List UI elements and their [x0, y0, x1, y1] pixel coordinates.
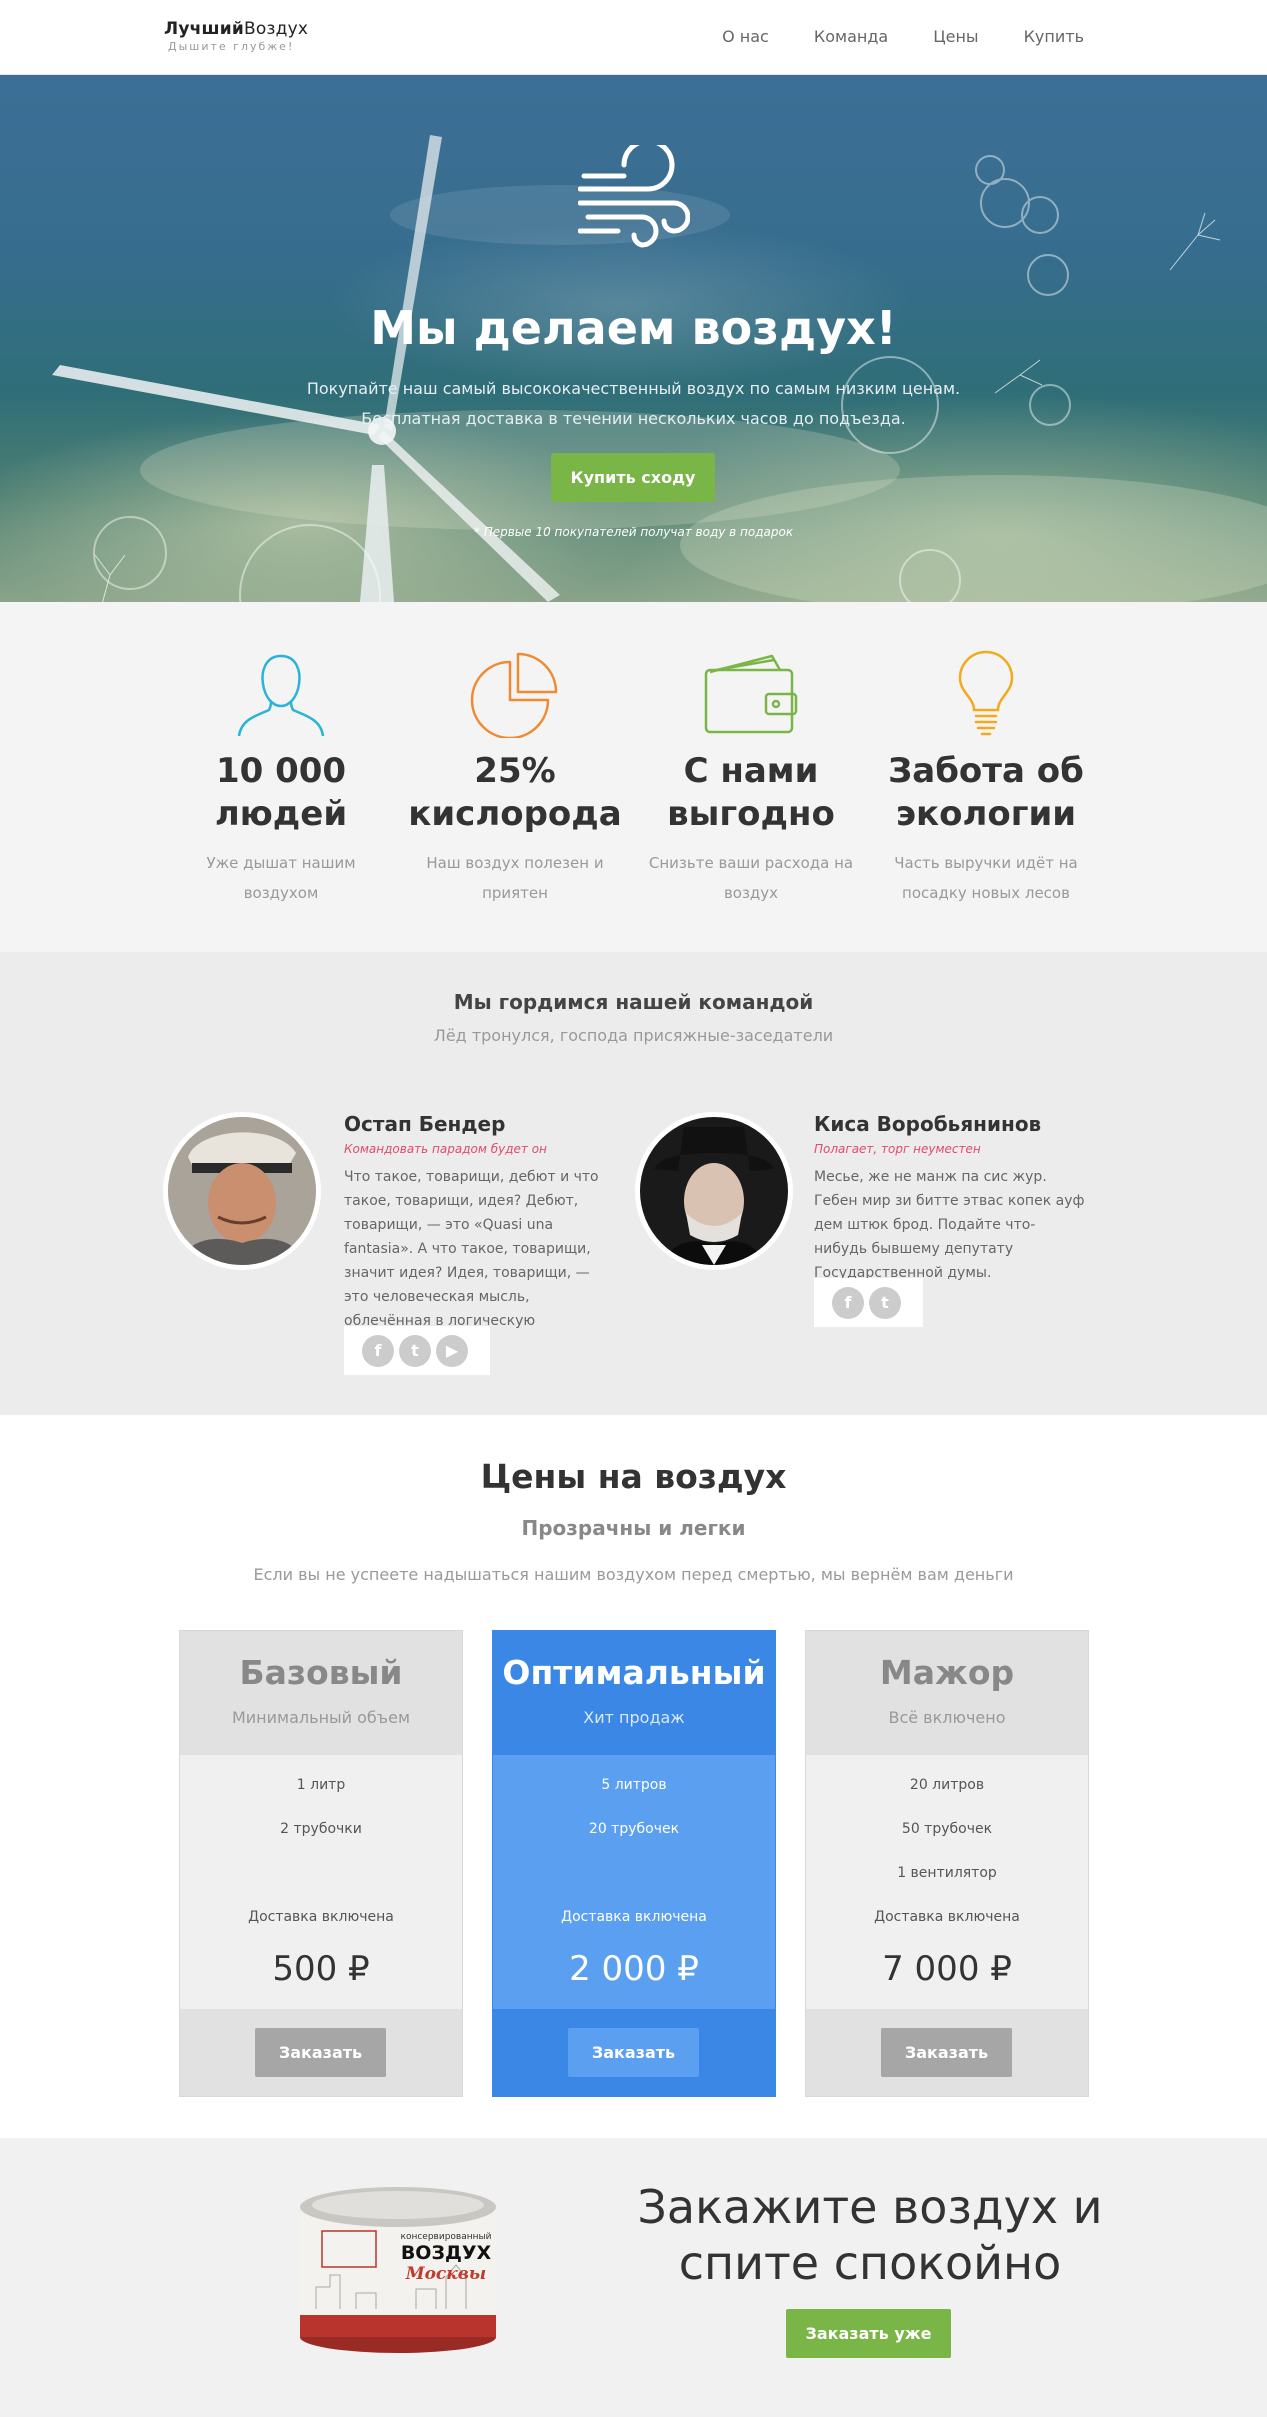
logo-light-text: Воздух — [243, 19, 309, 39]
member-socials: f t — [814, 1278, 923, 1327]
feature-people-title: 10 000 людей — [214, 751, 348, 834]
pie-chart-icon — [470, 652, 558, 738]
logo-bold-text: Лучший — [164, 19, 244, 39]
feature-ecology-title: Забота об экологии — [888, 751, 1084, 834]
hero-text-line2: Бесплатная доставка в течении нескольких… — [361, 409, 906, 428]
nav-link-about[interactable]: О нас — [722, 27, 769, 46]
pricing-section: Цены на воздух Прозрачны и легки Если вы… — [0, 1415, 1267, 2138]
cta-title-line2: спите спокойно — [678, 2236, 1062, 2290]
hero-section: Мы делаем воздух! Покупайте наш самый вы… — [0, 75, 1267, 602]
plan-item: 2 трубочки — [280, 1821, 362, 1837]
pricing-subtitle: Прозрачны и легки — [521, 1516, 746, 1540]
pricing-title: Цены на воздух — [480, 1457, 787, 1496]
hero-text-line1: Покупайте наш самый высококачественный в… — [306, 379, 961, 398]
plan-item: 1 литр — [296, 1777, 346, 1793]
cta-section: консервированный ВОЗДУХ Москвы Закажите … — [0, 2138, 1267, 2417]
order-optimal-button[interactable]: Заказать — [568, 2028, 699, 2077]
plan-item: 20 литров — [909, 1777, 985, 1793]
buy-now-button[interactable]: Купить сходу — [551, 453, 715, 502]
can-label-top: консервированный — [401, 2232, 492, 2242]
avatar-kisa — [635, 1112, 793, 1270]
plan-delivery: Доставка включена — [561, 1909, 707, 1925]
feature-people: 10 000 людей Уже дышат нашим воздухом — [171, 650, 391, 908]
plan-item: 5 литров — [601, 1777, 667, 1793]
cta-title: Закажите воздух и спите спокойно — [630, 2179, 1110, 2291]
logo-tagline: Дышите глубже! — [168, 40, 295, 53]
member-name: Киса Воробьянинов — [814, 1112, 1042, 1136]
plan-item: 1 вентилятор — [897, 1865, 997, 1881]
team-subtitle: Лёд тронулся, господа присяжные-заседате… — [433, 1026, 834, 1045]
features-section: 10 000 людей Уже дышат нашим воздухом 25… — [0, 602, 1267, 952]
ostap-photo — [168, 1117, 316, 1265]
feature-profit: С нами выгодно Снизьте ваши расхода на в… — [641, 650, 861, 908]
member-socials: f t ▶ — [344, 1326, 490, 1375]
avatar-ostap — [163, 1112, 321, 1270]
nav-link-team[interactable]: Команда — [814, 27, 888, 46]
pricing-description: Если вы не успеете надышаться нашим возд… — [253, 1565, 1014, 1584]
team-title: Мы гордимся нашей командой — [453, 990, 814, 1014]
plan-price: 2 000 ₽ — [569, 1949, 699, 1989]
twitter-icon[interactable]: t — [399, 1334, 431, 1367]
team-section: Мы гордимся нашей командой Лёд тронулся,… — [0, 952, 1267, 1415]
plan-price: 500 ₽ — [272, 1949, 370, 1989]
plan-title: Мажор — [879, 1653, 1015, 1692]
member-role: Полагает, торг неуместен — [814, 1142, 981, 1156]
feature-profit-title: С нами выгодно — [667, 751, 835, 834]
feature-people-text: Уже дышат нашим воздухом — [206, 854, 356, 902]
plan-price: 7 000 ₽ — [882, 1949, 1012, 1989]
plan-delivery: Доставка включена — [248, 1909, 394, 1925]
facebook-icon[interactable]: f — [832, 1286, 864, 1319]
youtube-icon[interactable]: ▶ — [436, 1334, 468, 1367]
plan-tagline: Всё включено — [888, 1708, 1006, 1727]
feature-ecology-text: Часть выручки идёт на посадку новых лесо… — [894, 854, 1078, 902]
feature-oxygen-text: Наш воздух полезен и приятен — [426, 854, 604, 902]
member-bio: Месье, же не манж па сис жур. Гебен мир … — [814, 1169, 1085, 1281]
air-can-image: консервированный ВОЗДУХ Москвы — [300, 2187, 496, 2353]
plan-tagline: Хит продаж — [583, 1708, 685, 1727]
plan-title: Оптимальный — [502, 1653, 766, 1692]
member-name: Остап Бендер — [344, 1112, 506, 1136]
plan-tagline: Минимальный объем — [231, 1708, 411, 1727]
feature-oxygen: 25% кислорода Наш воздух полезен и прият… — [405, 650, 625, 908]
member-role: Командовать парадом будет он — [344, 1142, 547, 1156]
order-now-button[interactable]: Заказать уже — [786, 2309, 951, 2358]
kisa-photo — [640, 1117, 788, 1265]
lightbulb-icon — [958, 650, 1014, 736]
plan-item: 20 трубочек — [588, 1821, 680, 1837]
can-label-city: Москвы — [405, 2264, 486, 2284]
feature-ecology: Забота об экологии Часть выручки идёт на… — [876, 650, 1096, 908]
wallet-icon — [704, 654, 798, 734]
hero-note: * Первые 10 покупателей получат воду в п… — [473, 525, 794, 539]
site-header: ЛучшийВоздух Дышите глубже! О нас Команд… — [0, 0, 1267, 75]
twitter-icon[interactable]: t — [869, 1286, 901, 1319]
plan-major: Мажор Всё включено 20 литров 50 трубочек… — [805, 1630, 1089, 2097]
order-basic-button[interactable]: Заказать — [255, 2028, 386, 2077]
plan-basic: Базовый Минимальный объем 1 литр 2 трубо… — [179, 1630, 463, 2097]
plan-item: 50 трубочек — [901, 1821, 993, 1837]
person-outline-icon — [237, 654, 325, 737]
feature-profit-text: Снизьте ваши расхода на воздух — [648, 854, 854, 902]
main-nav: О нас Команда Цены Купить — [722, 27, 1084, 46]
cta-title-line1: Закажите воздух и — [637, 2180, 1103, 2234]
plan-delivery: Доставка включена — [874, 1909, 1020, 1925]
feature-oxygen-title: 25% кислорода — [408, 751, 622, 834]
plan-title: Базовый — [239, 1653, 403, 1692]
plan-optimal: Оптимальный Хит продаж 5 литров 20 трубо… — [492, 1630, 776, 2097]
logo[interactable]: ЛучшийВоздух Дышите глубже! — [164, 19, 308, 53]
can-label-main: ВОЗДУХ — [401, 2242, 492, 2264]
hero-title: Мы делаем воздух! — [370, 301, 897, 355]
facebook-icon[interactable]: f — [362, 1334, 394, 1367]
order-major-button[interactable]: Заказать — [881, 2028, 1012, 2077]
nav-link-buy[interactable]: Купить — [1024, 27, 1084, 46]
wind-icon — [578, 145, 690, 248]
nav-link-prices[interactable]: Цены — [933, 27, 978, 46]
